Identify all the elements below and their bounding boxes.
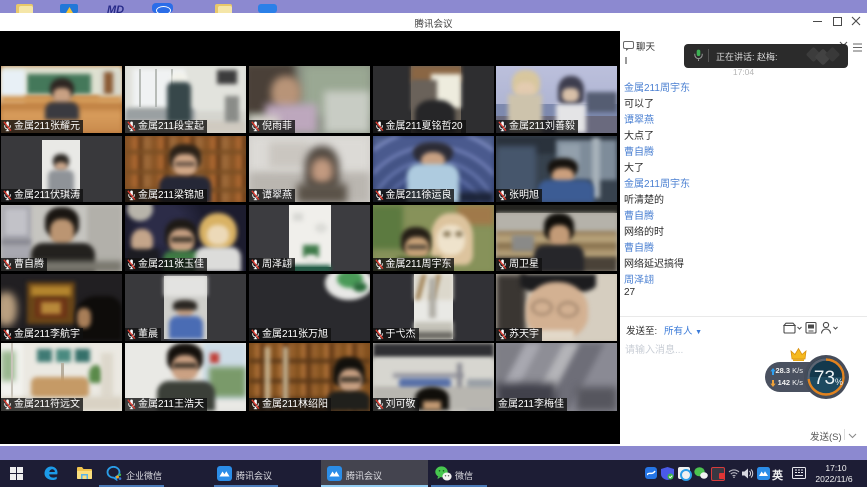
svg-text:%: % (835, 377, 843, 387)
svg-text:73: 73 (814, 368, 835, 389)
